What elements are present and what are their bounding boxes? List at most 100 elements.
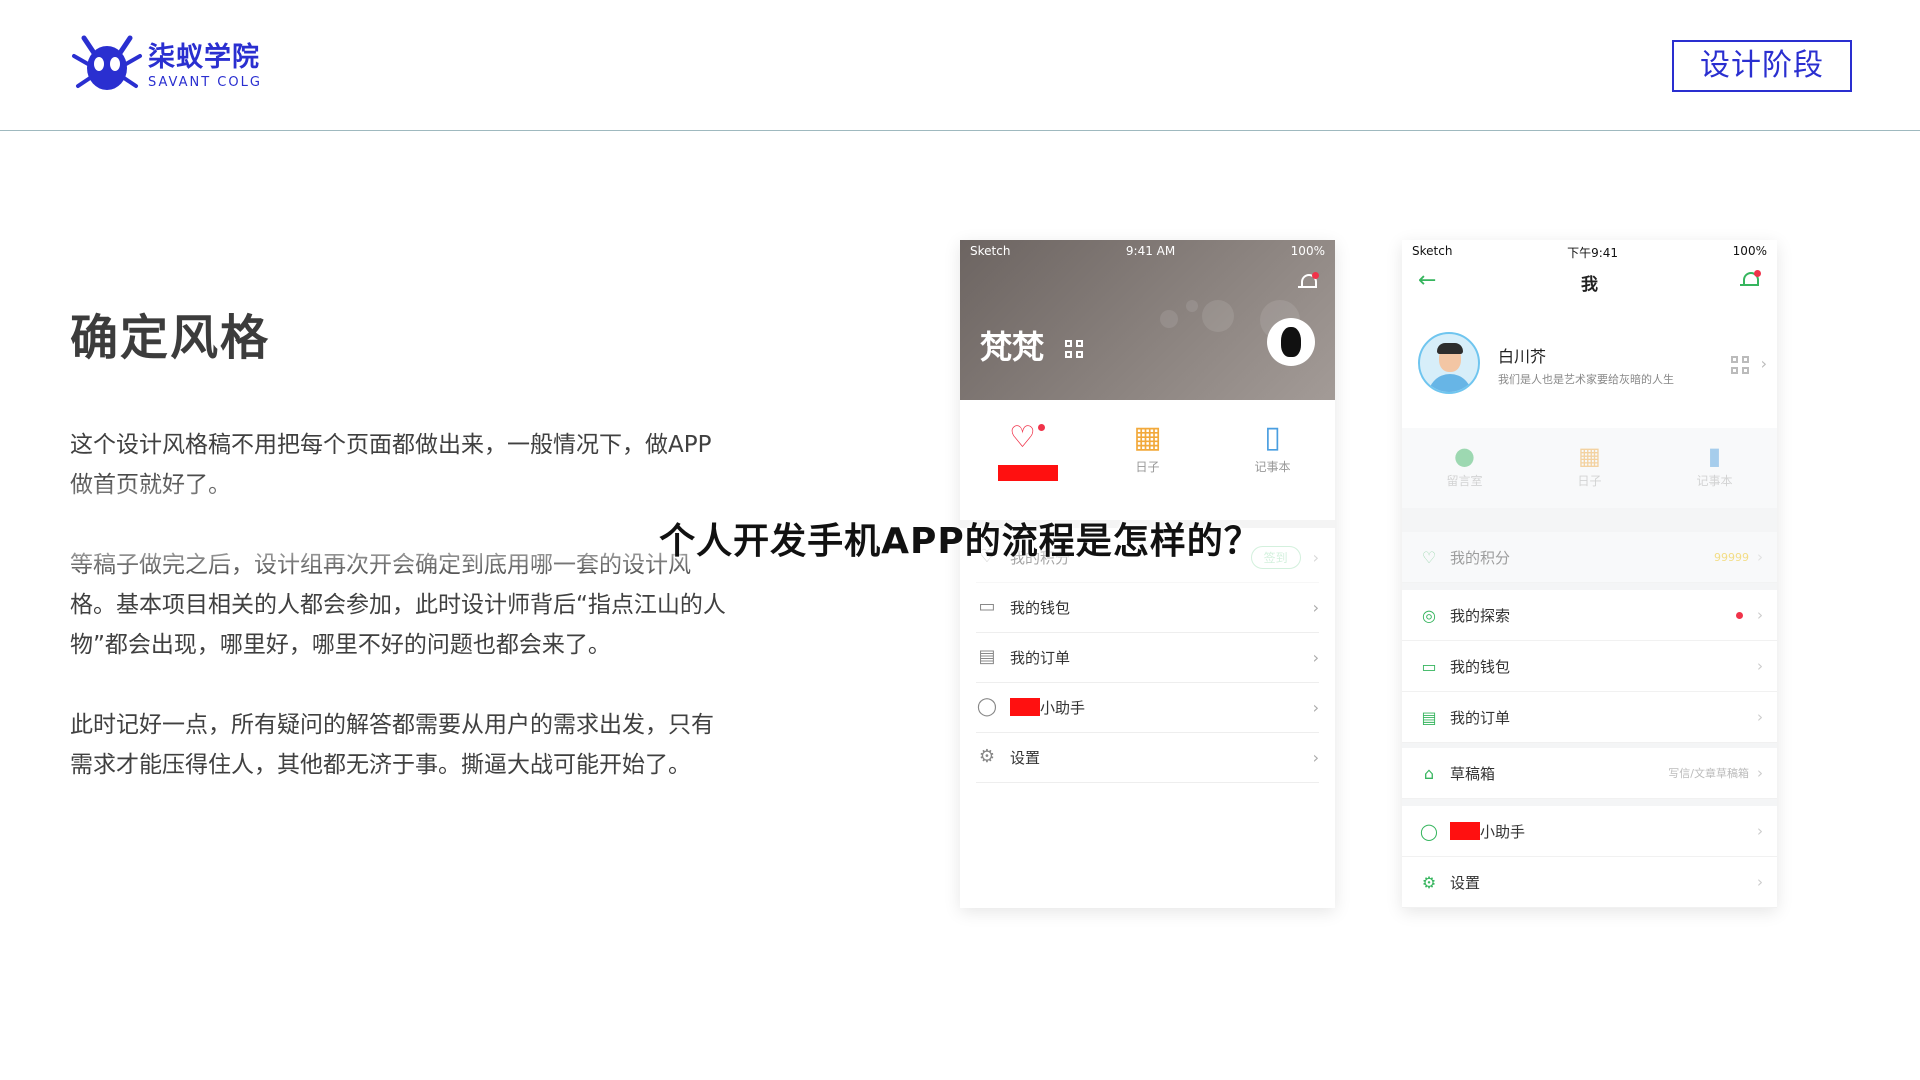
carrier-label: Sketch [1412, 244, 1453, 258]
nav-title: 我 [1581, 275, 1598, 295]
menu-label: 设置 [1450, 873, 1481, 892]
calendar-icon: ▦ [1133, 420, 1162, 455]
shortcut-label: 日子 [1135, 460, 1160, 474]
shortcut-days[interactable]: ▦ 日子 [1085, 420, 1210, 500]
carrier-label: Sketch [970, 244, 1011, 258]
status-bar: Sketch 9:41 AM 100% [960, 244, 1335, 260]
redacted-label [998, 465, 1058, 481]
shortcut-messages[interactable]: ● 留言室 [1402, 426, 1527, 508]
drafts-card: ⌂ 草稿箱 写信/文章草稿箱 › [1402, 748, 1777, 799]
notification-dot [1754, 270, 1761, 277]
shortcut-label: 记事本 [1696, 474, 1733, 488]
user-name: 白川芥 [1498, 347, 1547, 366]
phone-mockup-2: Sketch 下午9:41 100% ← 我 白川芥 我们是人也是艺术家要给灰暗… [1402, 240, 1777, 908]
order-icon: ▤ [978, 646, 996, 667]
chevron-right-icon: › [1312, 647, 1319, 667]
qr-code-icon[interactable] [1731, 356, 1749, 374]
paragraph-3: 此时记好一点，所有疑问的解答都需要从用户的需求出发，只有需求才能压得住人，其他都… [70, 712, 714, 778]
avatar[interactable] [1267, 318, 1315, 366]
settings-icon: ⚙ [978, 746, 996, 767]
message-icon: ● [1454, 442, 1475, 470]
notebook-icon: ▯ [1264, 420, 1281, 455]
notification-dot [1736, 611, 1743, 619]
chevron-right-icon: › [1757, 708, 1763, 726]
wallet-icon: ▭ [978, 596, 996, 617]
chat-icon: ◯ [1420, 821, 1438, 841]
phone-mockup-1: Sketch 9:41 AM 100% 梵梵 ♡ ▦ 日子 ▯ 记事本 ♡ 我的… [960, 240, 1335, 908]
chevron-right-icon: › [1312, 747, 1319, 767]
menu-label: 我的探索 [1450, 606, 1511, 625]
wallet-icon: ▭ [1421, 656, 1437, 676]
logo: 柒蚁学院 SAVANT COLG [70, 34, 290, 100]
page-header: 柒蚁学院 SAVANT COLG 设计阶段 [0, 0, 1920, 131]
shortcut-row: ● 留言室 ▦ 日子 ▮ 记事本 [1402, 426, 1777, 508]
user-bio: 我们是人也是艺术家要给灰暗的人生 [1498, 373, 1674, 386]
redacted-label [1450, 821, 1480, 840]
status-bar: Sketch 下午9:41 100% [1402, 244, 1777, 260]
menu-label: 我的订单 [1450, 708, 1511, 727]
settings-icon: ⚙ [1421, 872, 1437, 892]
battery-label: 100% [1732, 244, 1767, 258]
chevron-right-icon: › [1312, 697, 1319, 717]
menu-item-orders[interactable]: ▤ 我的订单 › [976, 632, 1319, 683]
chevron-right-icon: › [1312, 597, 1319, 617]
menu-item-orders[interactable]: ▤ 我的订单 › [1402, 692, 1777, 743]
shortcut-notebook[interactable]: ▮ 记事本 [1652, 426, 1777, 508]
explore-icon: ◎ [1422, 605, 1436, 625]
chevron-right-icon: › [1757, 873, 1763, 891]
section-title: 确定风格 [70, 310, 271, 366]
menu-item-assistant[interactable]: ◯ 小助手 › [1402, 806, 1777, 857]
time-label: 下午9:41 [1567, 246, 1619, 260]
profile-header: Sketch 9:41 AM 100% 梵梵 [960, 240, 1335, 400]
menu-group-3: ◯ 小助手 › ⚙ 设置 › [1402, 806, 1777, 908]
qr-code-icon[interactable] [1065, 340, 1084, 358]
menu-group-1: ◎ 我的探索 › ▭ 我的钱包 › ▤ 我的订单 › [1402, 590, 1777, 743]
shortcut-label: 日子 [1577, 474, 1602, 488]
order-icon: ▤ [1421, 707, 1437, 727]
menu-item-wallet[interactable]: ▭ 我的钱包 › [1402, 641, 1777, 692]
menu-label: 我的订单 [1010, 648, 1071, 667]
menu-label: 我的钱包 [1010, 598, 1071, 617]
time-label: 9:41 AM [1125, 244, 1176, 258]
menu-label: 我的钱包 [1450, 657, 1511, 676]
shortcut-label: 记事本 [1254, 460, 1291, 474]
menu-item-assistant[interactable]: ◯ 小助手 › [976, 682, 1319, 733]
avatar[interactable] [1418, 332, 1480, 394]
chevron-right-icon: › [1757, 822, 1763, 840]
drafts-hint: 写信/文章草稿箱 [1668, 767, 1749, 780]
chevron-right-icon: › [1757, 657, 1763, 675]
heart-icon: ♡ [1009, 420, 1036, 455]
menu-item-wallet[interactable]: ▭ 我的钱包 › [976, 582, 1319, 633]
overlay-title: 个人开发手机APP的流程是怎样的？ [659, 521, 1261, 562]
shortcut-notebook[interactable]: ▯ 记事本 [1210, 420, 1335, 500]
shortcut-row: ♡ ▦ 日子 ▯ 记事本 [960, 420, 1335, 500]
logo-english-name: SAVANT COLG [148, 75, 262, 90]
drafts-icon: ⌂ [1423, 763, 1435, 783]
shortcut-label: 留言室 [1446, 474, 1483, 488]
calendar-icon: ▦ [1578, 442, 1601, 470]
menu-label: 小助手 [1040, 698, 1086, 717]
chevron-right-icon: › [1760, 354, 1767, 373]
battery-label: 100% [1290, 244, 1325, 258]
menu-label: 设置 [1010, 748, 1041, 767]
profile-header: Sketch 下午9:41 100% ← 我 白川芥 我们是人也是艺术家要给灰暗… [1402, 240, 1777, 428]
user-name: 梵梵 [980, 328, 1045, 366]
menu-label: 草稿箱 [1450, 764, 1496, 783]
chevron-right-icon: › [1757, 606, 1763, 624]
chevron-right-icon: › [1757, 764, 1763, 782]
notification-dot [1312, 272, 1319, 279]
notebook-icon: ▮ [1707, 442, 1722, 470]
ant-logo-icon [72, 35, 142, 90]
redacted-label [1010, 697, 1040, 716]
profile-name-row: 梵梵 [980, 322, 1084, 368]
menu-item-settings[interactable]: ⚙ 设置 › [976, 732, 1319, 783]
menu-item-settings[interactable]: ⚙ 设置 › [1402, 857, 1777, 908]
chat-icon: ◯ [976, 696, 998, 717]
menu-item-explore[interactable]: ◎ 我的探索 › [1402, 590, 1777, 641]
stage-label: 设计阶段 [1672, 40, 1852, 92]
shortcut-favorites[interactable]: ♡ [960, 420, 1085, 500]
menu-item-drafts[interactable]: ⌂ 草稿箱 写信/文章草稿箱 › [1402, 748, 1777, 799]
shortcut-days[interactable]: ▦ 日子 [1527, 426, 1652, 508]
menu-label: 小助手 [1480, 822, 1526, 841]
logo-chinese-name: 柒蚁学院 [148, 42, 260, 73]
